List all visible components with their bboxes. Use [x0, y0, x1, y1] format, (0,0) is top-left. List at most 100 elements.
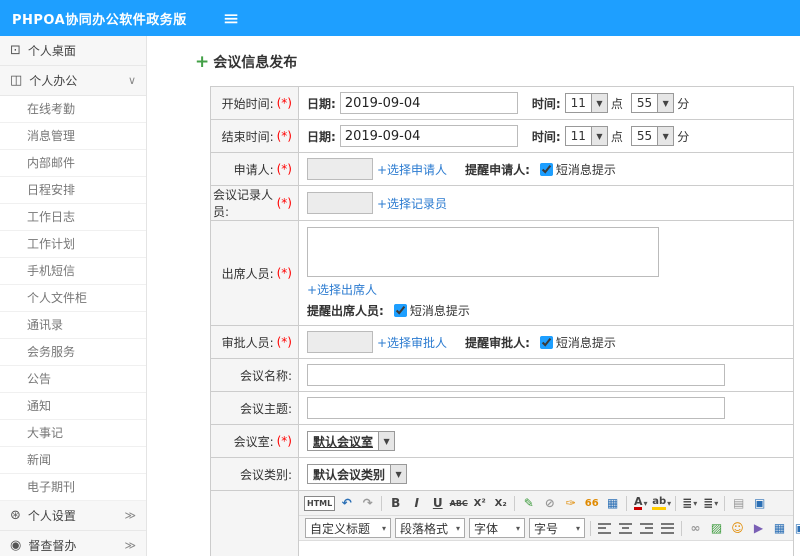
end-date-input[interactable] — [339, 125, 518, 147]
sidebar-item-notice[interactable]: 通知 — [0, 393, 146, 420]
emoticon-icon[interactable]: ☺ — [728, 519, 747, 538]
meeting-topic-input[interactable] — [307, 397, 725, 419]
font-color-icon[interactable]: A ▾ — [631, 494, 650, 513]
sidebar-item-announcement[interactable]: 公告 — [0, 366, 146, 393]
toolbar-separator — [381, 495, 383, 511]
align-center-icon[interactable] — [616, 519, 635, 538]
desktop-icon: ⊡ — [10, 43, 21, 58]
undo-icon[interactable]: ↶ — [337, 494, 356, 513]
align-left-icon[interactable] — [595, 519, 614, 538]
sidebar-item-supervise[interactable]: ◉ 督查督办 ≫ — [0, 531, 146, 556]
remind-approver-checkbox[interactable] — [539, 335, 553, 349]
image-icon[interactable]: ▨ — [707, 519, 726, 538]
sidebar-item-internal-mail[interactable]: 内部邮件 — [0, 150, 146, 177]
superscript-icon[interactable]: X² — [470, 494, 489, 513]
sidebar-item-desktop[interactable]: ⊡ 个人桌面 — [0, 36, 146, 66]
editor-toolbar-row2: 自定义标题 ▾ 段落格式 ▾ 字体 ▾ 字号 ▾ ∞ ▨ ☺ ▶ ▦ — [299, 516, 800, 541]
sidebar-item-online-attendance[interactable]: 在线考勤 — [0, 96, 146, 123]
choose-recorder-link[interactable]: +选择记录员 — [377, 195, 447, 212]
sidebar: ⊡ 个人桌面 ◫ 个人办公 ∨ 在线考勤 消息管理 内部邮件 日程安排 工作日志… — [0, 36, 147, 556]
table-icon[interactable]: ▦ — [770, 519, 789, 538]
field-label-empty — [211, 491, 299, 556]
recorder-input[interactable] — [307, 192, 373, 214]
heading-format-select[interactable]: 自定义标题 ▾ — [305, 518, 391, 538]
form-row-editor: HTML ↶ ↷ B I U ABC X² X₂ ✎ ⊘ ✑ 66 ▦ A ▾ … — [211, 491, 800, 556]
underline-icon[interactable]: U — [428, 494, 447, 513]
field-label: 会议类别: — [211, 458, 299, 490]
bold-icon[interactable]: B — [386, 494, 405, 513]
end-hour-select[interactable]: 11 ▼ — [564, 126, 608, 146]
meeting-room-select[interactable]: 默认会议室 ▼ — [307, 431, 396, 451]
editor-content[interactable] — [299, 541, 793, 556]
field-label: 会议记录人员: (*) — [211, 186, 299, 220]
redo-icon[interactable]: ↷ — [358, 494, 377, 513]
font-select-value: 字体 — [474, 521, 499, 536]
sidebar-item-work-log[interactable]: 工作日志 — [0, 204, 146, 231]
sidebar-item-meeting-service[interactable]: 会务服务 — [0, 339, 146, 366]
strikethrough-icon[interactable]: ABC — [449, 494, 468, 513]
remind-applicant-checkbox[interactable] — [539, 162, 553, 176]
form-row-applicant: 申请人: (*) +选择申请人 提醒申请人: 短消息提示 — [211, 153, 793, 186]
sidebar-item-office[interactable]: ◫ 个人办公 ∨ — [0, 66, 146, 96]
end-minute-select[interactable]: 55 ▼ — [630, 126, 675, 146]
sidebar-item-settings[interactable]: ⊛ 个人设置 ≫ — [0, 501, 146, 531]
grid-icon[interactable]: ▦ — [603, 494, 622, 513]
start-minute-select[interactable]: 55 ▼ — [630, 93, 675, 113]
applicant-input[interactable] — [307, 158, 373, 180]
unordered-list-icon[interactable]: ≣ ▾ — [701, 494, 720, 513]
remove-format-icon[interactable]: ⊘ — [540, 494, 559, 513]
sidebar-item-message-management[interactable]: 消息管理 — [0, 123, 146, 150]
hour-unit-label: 点 — [610, 129, 623, 144]
sidebar-item-mobile-sms[interactable]: 手机短信 — [0, 258, 146, 285]
page-icon[interactable]: ▤ — [729, 494, 748, 513]
quote-icon[interactable]: 66 — [582, 494, 601, 513]
label-text: 出席人员: — [221, 266, 274, 281]
expand-icon[interactable]: ▣ — [791, 519, 800, 538]
remind-attendees-checkbox[interactable] — [393, 304, 407, 317]
sidebar-item-work-plan[interactable]: 工作计划 — [0, 231, 146, 258]
form-row-meeting-topic: 会议主题: — [211, 392, 793, 425]
form-row-meeting-name: 会议名称: — [211, 359, 793, 392]
font-size-select[interactable]: 字号 ▾ — [529, 518, 585, 538]
attendees-textarea[interactable] — [307, 227, 659, 277]
field-content: 默认会议类别 ▼ — [299, 458, 793, 490]
pen-icon[interactable]: ✎ — [519, 494, 538, 513]
sidebar-item-e-journal[interactable]: 电子期刊 — [0, 474, 146, 501]
italic-icon[interactable]: I — [407, 494, 426, 513]
choose-attendees-link[interactable]: +选择出席人 — [307, 281, 377, 298]
required-mark: (*) — [276, 96, 292, 110]
label-text: 开始时间: — [221, 96, 274, 111]
sidebar-item-news[interactable]: 新闻 — [0, 447, 146, 474]
dropdown-arrow-icon: ▼ — [390, 465, 407, 483]
sidebar-item-memorabilia[interactable]: 大事记 — [0, 420, 146, 447]
fullscreen-icon[interactable]: ▣ — [750, 494, 769, 513]
hour-value: 11 — [570, 129, 586, 143]
meeting-name-input[interactable] — [307, 364, 725, 386]
sidebar-item-label: 个人桌面 — [27, 44, 76, 58]
sidebar-item-schedule[interactable]: 日程安排 — [0, 177, 146, 204]
rich-text-editor: HTML ↶ ↷ B I U ABC X² X₂ ✎ ⊘ ✑ 66 ▦ A ▾ … — [299, 491, 800, 556]
paragraph-format-select[interactable]: 段落格式 ▾ — [395, 518, 465, 538]
link-icon[interactable]: ∞ — [686, 519, 705, 538]
approver-input[interactable] — [307, 331, 373, 353]
choose-approver-link[interactable]: +选择审批人 — [377, 334, 447, 351]
meeting-category-select[interactable]: 默认会议类别 ▼ — [307, 464, 408, 484]
sms-hint-label: 短消息提示 — [555, 162, 616, 177]
start-date-input[interactable] — [339, 92, 518, 114]
subscript-icon[interactable]: X₂ — [491, 494, 510, 513]
form-row-meeting-room: 会议室: (*) 默认会议室 ▼ — [211, 425, 793, 458]
sidebar-item-contacts[interactable]: 通讯录 — [0, 312, 146, 339]
media-icon[interactable]: ▶ — [749, 519, 768, 538]
align-right-icon[interactable] — [637, 519, 656, 538]
highlight-color-icon[interactable]: ab ▾ — [652, 494, 671, 513]
ordered-list-icon[interactable]: ≣ ▾ — [680, 494, 699, 513]
choose-applicant-link[interactable]: +选择申请人 — [377, 161, 447, 178]
align-justify-icon[interactable] — [658, 519, 677, 538]
html-source-icon[interactable]: HTML — [304, 495, 336, 511]
format-brush-icon[interactable]: ✑ — [561, 494, 580, 513]
font-family-select[interactable]: 字体 ▾ — [469, 518, 525, 538]
start-hour-select[interactable]: 11 ▼ — [564, 93, 608, 113]
menu-icon[interactable]: ≡ — [223, 8, 240, 28]
sidebar-item-file-cabinet[interactable]: 个人文件柜 — [0, 285, 146, 312]
toolbar-separator — [626, 495, 628, 511]
